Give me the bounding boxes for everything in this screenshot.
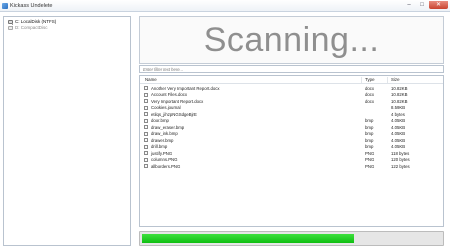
tree-item-local-disk[interactable]: C: LocalDisk (NTFS) — [8, 19, 56, 24]
file-size: 122 bytes — [391, 163, 410, 169]
minimize-button[interactable]: – — [403, 1, 415, 9]
file-type: bmp — [365, 118, 374, 124]
row-checkbox[interactable] — [144, 151, 148, 155]
tree-item-label: C: LocalDisk (NTFS) — [15, 19, 57, 24]
file-name: etilqs_jihzpNGSdgeBjrE — [151, 111, 197, 117]
file-list-header: Name Type Size — [140, 76, 443, 84]
row-checkbox[interactable] — [144, 125, 148, 129]
row-checkbox[interactable] — [144, 157, 148, 162]
file-size: 8.59KB — [391, 105, 406, 111]
file-name: Cookies.journal — [151, 105, 181, 111]
file-size: 4 bytes — [391, 111, 405, 117]
file-type: PNG — [365, 157, 375, 163]
file-type: docx — [365, 98, 375, 104]
row-checkbox[interactable] — [144, 118, 148, 123]
file-name: door.bmp — [151, 118, 169, 124]
file-size: 118 bytes — [391, 150, 410, 156]
file-name: columns.PNG — [151, 157, 178, 163]
column-header-type[interactable]: Type — [365, 77, 375, 82]
file-name: Account Files.docx — [151, 92, 188, 98]
drive-icon — [8, 25, 13, 30]
file-size: 4.05KB — [391, 131, 406, 137]
file-size: 10.82KB — [391, 92, 408, 98]
column-divider[interactable] — [361, 77, 362, 83]
file-size: 4.05KB — [391, 118, 406, 124]
file-type: bmp — [365, 144, 374, 150]
row-checkbox[interactable] — [144, 86, 148, 90]
title-bar: Kickass Undelete – □ ✕ — [0, 0, 450, 12]
tree-item-label: D: CompactDisc — [15, 25, 48, 30]
maximize-button[interactable]: □ — [416, 1, 428, 9]
file-size: 4.05KB — [391, 137, 406, 143]
status-panel: Scanning... — [139, 16, 444, 64]
row-checkbox[interactable] — [144, 99, 148, 103]
app-icon — [2, 2, 8, 9]
progress-fill — [142, 234, 355, 243]
file-type: PNG — [365, 150, 375, 156]
row-checkbox[interactable] — [144, 138, 148, 142]
table-row[interactable]: allborders.PNG PNG 122 bytes — [140, 163, 443, 170]
file-name: drawer.bmp — [151, 137, 174, 143]
window-controls: – □ ✕ — [403, 1, 448, 9]
column-header-name[interactable]: Name — [145, 77, 157, 82]
row-checkbox[interactable] — [144, 131, 148, 136]
file-name: justify.PNG — [151, 150, 173, 156]
filter-input[interactable] — [139, 65, 444, 73]
file-name: allborders.PNG — [151, 163, 181, 169]
file-size: 4.05KB — [391, 144, 406, 150]
file-name: draw_ink.bmp — [151, 131, 178, 137]
file-type: bmp — [365, 124, 374, 130]
file-list[interactable]: Name Type Size Another Very Important Re… — [139, 75, 444, 227]
file-type: docx — [365, 92, 375, 98]
tree-item-compact-disc[interactable]: D: CompactDisc — [8, 25, 48, 30]
window-title: Kickass Undelete — [10, 2, 53, 9]
status-text: Scanning... — [203, 20, 380, 59]
file-name: Another Very Important Report.docx — [151, 85, 220, 91]
drive-tree[interactable]: C: LocalDisk (NTFS) D: CompactDisc — [3, 16, 131, 246]
file-type: bmp — [365, 131, 374, 137]
file-name: drill.bmp — [151, 144, 168, 150]
row-checkbox[interactable] — [144, 92, 148, 97]
row-checkbox[interactable] — [144, 112, 148, 116]
row-checkbox[interactable] — [144, 105, 148, 110]
column-header-size[interactable]: Size — [391, 77, 400, 82]
row-checkbox[interactable] — [144, 144, 148, 149]
file-size: 10.82KB — [391, 85, 408, 91]
file-size: 4.05KB — [391, 124, 406, 130]
column-divider[interactable] — [387, 77, 388, 83]
file-name: draw_eraser.bmp — [151, 124, 185, 130]
file-type: PNG — [365, 163, 375, 169]
file-size: 120 bytes — [391, 157, 410, 163]
file-rows: Another Very Important Report.docx docx 10… — [140, 85, 443, 170]
file-type: bmp — [365, 137, 374, 143]
scan-progress-bar — [139, 231, 444, 246]
file-size: 10.82KB — [391, 98, 408, 104]
close-button[interactable]: ✕ — [429, 1, 448, 9]
row-checkbox[interactable] — [144, 164, 148, 168]
file-name: Very Important Report.docx — [151, 98, 204, 104]
file-type: docx — [365, 85, 375, 91]
